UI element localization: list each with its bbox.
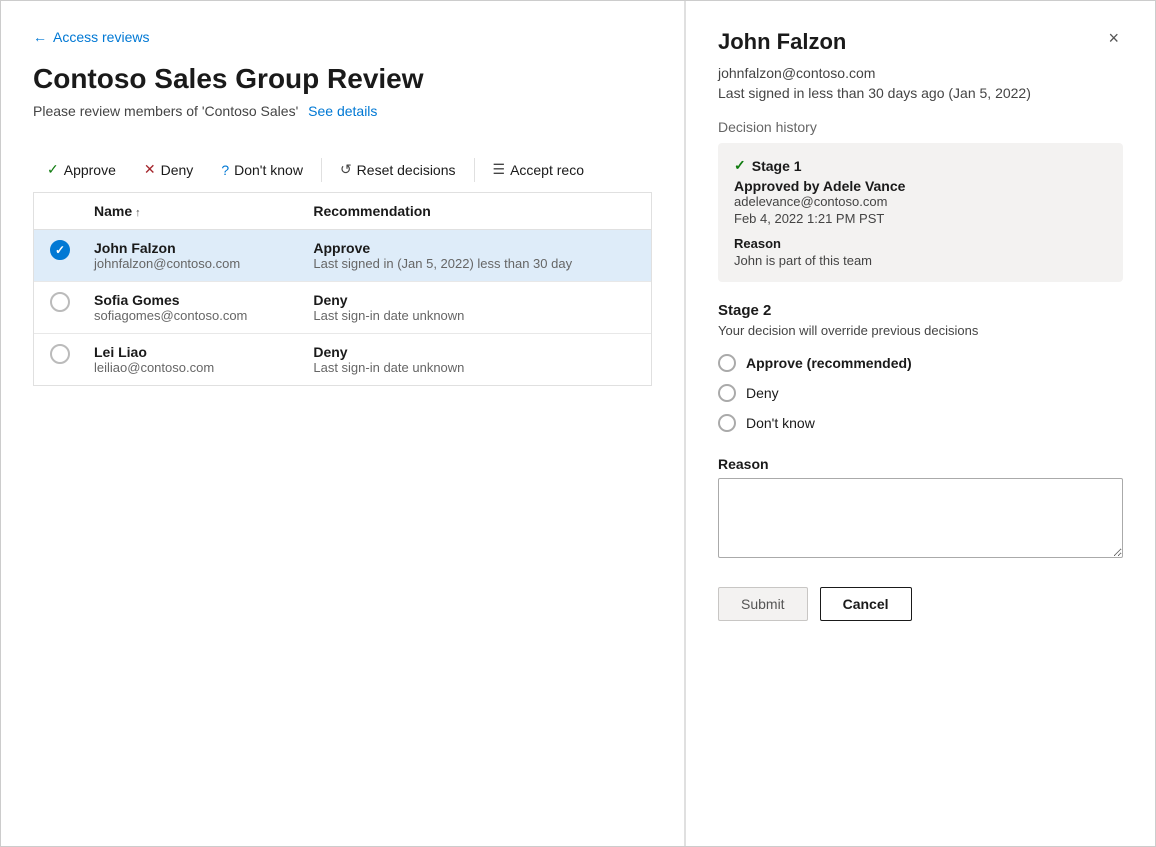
toolbar: ✓ Approve ✕ Deny ? Don't know ↺ Reset de… bbox=[33, 147, 652, 193]
stage1-approver-email: adelevance@contoso.com bbox=[734, 194, 1107, 209]
subtitle: Please review members of 'Contoso Sales'… bbox=[33, 103, 652, 119]
dont-know-icon: ? bbox=[221, 162, 229, 178]
user-email: leiliao@contoso.com bbox=[94, 360, 289, 375]
deny-icon: ✕ bbox=[144, 161, 156, 178]
rec-detail: Last sign-in date unknown bbox=[313, 360, 639, 375]
rec-label: Approve bbox=[313, 240, 639, 256]
col-checkbox bbox=[34, 193, 82, 230]
sort-icon: ↑ bbox=[135, 207, 141, 219]
row-user: Sofia Gomessofiagomes@contoso.com bbox=[82, 282, 301, 334]
user-name: Sofia Gomes bbox=[94, 292, 289, 308]
row-recommendation: DenyLast sign-in date unknown bbox=[301, 282, 651, 334]
stage1-label: Stage 1 bbox=[752, 158, 802, 174]
stage1-reason-text: John is part of this team bbox=[734, 253, 1107, 268]
cancel-button[interactable]: Cancel bbox=[820, 587, 912, 621]
rec-label: Deny bbox=[313, 292, 639, 308]
rec-label: Deny bbox=[313, 344, 639, 360]
dont-know-button[interactable]: ? Don't know bbox=[207, 156, 317, 184]
deny-label: Deny bbox=[161, 162, 194, 178]
row-user: John Falzonjohnfalzon@contoso.com bbox=[82, 230, 301, 282]
radio-dont-know-circle[interactable] bbox=[718, 414, 736, 432]
stage1-header: ✓ Stage 1 bbox=[734, 157, 1107, 174]
left-panel: ← Access reviews Contoso Sales Group Rev… bbox=[1, 1, 685, 846]
reason-label: Reason bbox=[718, 456, 1123, 472]
row-checkbox[interactable] bbox=[34, 334, 82, 386]
stage1-approved-by: Approved by Adele Vance bbox=[734, 178, 1107, 194]
checkbox-circle[interactable] bbox=[50, 240, 70, 260]
toolbar-divider-2 bbox=[474, 158, 475, 182]
decision-history-box: ✓ Stage 1 Approved by Adele Vance adelev… bbox=[718, 143, 1123, 282]
rec-detail: Last sign-in date unknown bbox=[313, 308, 639, 323]
col-name-header[interactable]: Name↑ bbox=[82, 193, 301, 230]
accept-icon: ☰ bbox=[493, 161, 506, 178]
back-link[interactable]: ← Access reviews bbox=[33, 29, 652, 45]
panel-signin: Last signed in less than 30 days ago (Ja… bbox=[718, 85, 1123, 101]
radio-dont-know-label: Don't know bbox=[746, 415, 815, 431]
table-row[interactable]: Lei Liaoleiliao@contoso.comDenyLast sign… bbox=[34, 334, 651, 386]
panel-header: John Falzon × bbox=[718, 29, 1123, 55]
table-row[interactable]: John Falzonjohnfalzon@contoso.comApprove… bbox=[34, 230, 651, 282]
reset-label: Reset decisions bbox=[357, 162, 456, 178]
back-label: Access reviews bbox=[53, 29, 149, 45]
subtitle-text: Please review members of 'Contoso Sales' bbox=[33, 103, 298, 119]
col-recommendation-header: Recommendation bbox=[301, 193, 651, 230]
right-panel: John Falzon × johnfalzon@contoso.com Las… bbox=[685, 1, 1155, 846]
decision-radio-group: Approve (recommended) Deny Don't know bbox=[718, 354, 1123, 432]
table-row[interactable]: Sofia Gomessofiagomes@contoso.comDenyLas… bbox=[34, 282, 651, 334]
back-arrow-icon: ← bbox=[33, 29, 47, 45]
users-table: Name↑ Recommendation John Falzonjohnfalz… bbox=[33, 193, 652, 386]
approve-label: Approve bbox=[64, 162, 116, 178]
deny-button[interactable]: ✕ Deny bbox=[130, 155, 207, 184]
stage2-note: Your decision will override previous dec… bbox=[718, 323, 1123, 338]
user-email: johnfalzon@contoso.com bbox=[94, 256, 289, 271]
radio-deny-label: Deny bbox=[746, 385, 779, 401]
radio-approve-circle[interactable] bbox=[718, 354, 736, 372]
radio-deny[interactable]: Deny bbox=[718, 384, 1123, 402]
reset-icon: ↺ bbox=[340, 161, 352, 178]
radio-approve[interactable]: Approve (recommended) bbox=[718, 354, 1123, 372]
dont-know-label: Don't know bbox=[234, 162, 303, 178]
row-recommendation: DenyLast sign-in date unknown bbox=[301, 334, 651, 386]
reset-decisions-button[interactable]: ↺ Reset decisions bbox=[326, 155, 470, 184]
user-name: John Falzon bbox=[94, 240, 289, 256]
row-checkbox[interactable] bbox=[34, 282, 82, 334]
user-email: sofiagomes@contoso.com bbox=[94, 308, 289, 323]
panel-title: John Falzon bbox=[718, 29, 846, 55]
submit-button[interactable]: Submit bbox=[718, 587, 808, 621]
page-title: Contoso Sales Group Review bbox=[33, 63, 652, 95]
rec-detail: Last signed in (Jan 5, 2022) less than 3… bbox=[313, 256, 639, 271]
approve-button[interactable]: ✓ Approve bbox=[33, 155, 130, 184]
checkbox-circle[interactable] bbox=[50, 292, 70, 312]
row-checkbox[interactable] bbox=[34, 230, 82, 282]
reason-section: Reason bbox=[718, 456, 1123, 563]
row-user: Lei Liaoleiliao@contoso.com bbox=[82, 334, 301, 386]
approve-icon: ✓ bbox=[47, 161, 59, 178]
reason-textarea[interactable] bbox=[718, 478, 1123, 558]
accept-recommendations-button[interactable]: ☰ Accept reco bbox=[479, 155, 599, 184]
radio-deny-circle[interactable] bbox=[718, 384, 736, 402]
stage1-check-icon: ✓ bbox=[734, 157, 746, 174]
radio-approve-label: Approve (recommended) bbox=[746, 355, 912, 371]
table-header-row: Name↑ Recommendation bbox=[34, 193, 651, 230]
user-name: Lei Liao bbox=[94, 344, 289, 360]
close-button[interactable]: × bbox=[1104, 29, 1123, 47]
decision-history-label: Decision history bbox=[718, 119, 1123, 135]
stage1-reason-label: Reason bbox=[734, 236, 1107, 251]
checkbox-circle[interactable] bbox=[50, 344, 70, 364]
row-recommendation: ApproveLast signed in (Jan 5, 2022) less… bbox=[301, 230, 651, 282]
radio-dont-know[interactable]: Don't know bbox=[718, 414, 1123, 432]
stage1-date: Feb 4, 2022 1:21 PM PST bbox=[734, 211, 1107, 226]
toolbar-divider bbox=[321, 158, 322, 182]
stage2-label: Stage 2 bbox=[718, 302, 1123, 319]
see-details-link[interactable]: See details bbox=[308, 103, 377, 119]
action-buttons: Submit Cancel bbox=[718, 587, 1123, 621]
panel-email: johnfalzon@contoso.com bbox=[718, 65, 1123, 81]
accept-label: Accept reco bbox=[510, 162, 584, 178]
